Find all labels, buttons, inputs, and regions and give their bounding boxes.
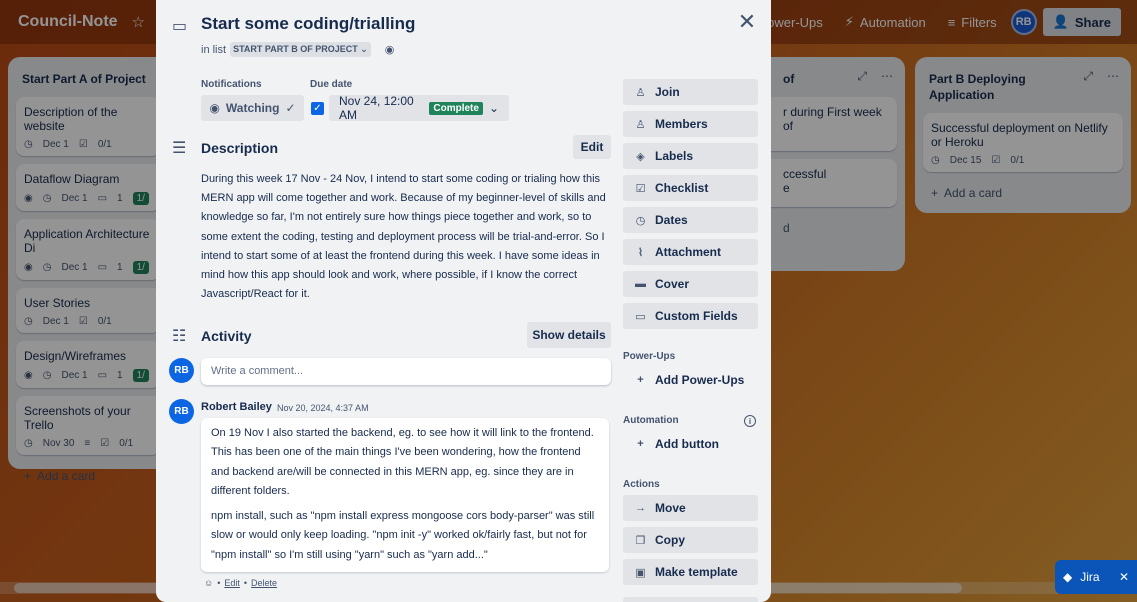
activity-icon: ☷ [172, 328, 187, 345]
edit-comment-link[interactable]: Edit [224, 578, 240, 588]
cover-button[interactable]: ▬ Cover [623, 271, 758, 297]
watching-label: Watching [225, 101, 280, 115]
card-icon: ▭ [172, 18, 188, 35]
description-title: Description [201, 140, 279, 156]
watch-button[interactable]: ◉ Watching ✓ [201, 95, 304, 121]
close-icon[interactable]: ✕ [1119, 570, 1129, 584]
comment-actions: ☺ • Edit • Delete [204, 578, 277, 588]
person-icon: ♙ [635, 118, 646, 131]
delete-comment-link[interactable]: Delete [251, 578, 277, 588]
checklist-label: Checklist [655, 181, 709, 195]
add-powerups-button[interactable]: + Add Power-Ups [623, 367, 758, 393]
comment-author[interactable]: Robert Bailey [201, 401, 272, 413]
plus-icon: + [637, 438, 644, 450]
dates-label: Dates [655, 213, 688, 227]
description-icon: ☰ [172, 140, 187, 157]
copy-icon: ❐ [635, 534, 646, 547]
add-button-label: Add button [655, 437, 719, 451]
add-powerups-label: Add Power-Ups [655, 373, 745, 387]
due-date-button[interactable]: Nov 24, 12:00 AM Complete ⌄ [329, 94, 509, 122]
attachment-label: Attachment [655, 245, 722, 259]
eye-icon: ◉ [384, 44, 395, 56]
emoji-icon[interactable]: ☺ [204, 578, 213, 588]
person-icon: ♙ [635, 86, 646, 99]
edit-description-button[interactable]: Edit [573, 135, 611, 159]
actions-title: Actions [623, 479, 660, 490]
chevron-down-icon: ⌄ [360, 44, 368, 54]
join-label: Join [655, 85, 680, 99]
labels-button[interactable]: ◈ Labels [623, 143, 758, 169]
copy-label: Copy [655, 533, 685, 547]
copy-button[interactable]: ❐ Copy [623, 527, 758, 553]
make-template-label: Make template [655, 565, 738, 579]
info-icon[interactable]: i [744, 415, 756, 427]
comment-paragraph: npm install, such as "npm install expres… [211, 510, 595, 561]
eye-icon: ◉ [209, 101, 220, 115]
dates-button[interactable]: ◷ Dates [623, 207, 758, 233]
make-template-button[interactable]: ▣ Make template [623, 559, 758, 585]
due-date-label: Due date [310, 79, 353, 90]
close-icon[interactable]: ✕ [735, 9, 759, 34]
powerups-title: Power-Ups [623, 351, 676, 362]
automation-title: Automation [623, 415, 679, 426]
move-label: Move [655, 501, 686, 515]
tag-icon: ◈ [636, 150, 645, 163]
template-icon: ▣ [635, 566, 646, 579]
comment-body: On 19 Nov I also started the backend, eg… [201, 418, 609, 572]
status-badge: Complete [429, 101, 483, 115]
separator-dot: • [243, 578, 248, 588]
comment-timestamp[interactable]: Nov 20, 2024, 4:37 AM [277, 403, 369, 413]
jira-icon: ◆ [1063, 570, 1073, 584]
description-text[interactable]: During this week 17 Nov - 24 Nov, I inte… [201, 170, 615, 304]
cover-label: Cover [655, 277, 690, 291]
jira-widget[interactable]: ◆ Jira ✕ [1055, 560, 1137, 594]
move-button[interactable]: → Move [623, 495, 758, 521]
attachment-button[interactable]: ⌇ Attachment [623, 239, 758, 265]
members-button[interactable]: ♙ Members [623, 111, 758, 137]
due-date-value: Nov 24, 12:00 AM [339, 94, 414, 122]
checklist-button[interactable]: ☑ Checklist [623, 175, 758, 201]
chevron-down-icon: ⌄ [488, 101, 499, 115]
custom-fields-button[interactable]: ▭ Custom Fields [623, 303, 758, 329]
plus-icon: + [637, 374, 644, 386]
members-label: Members [655, 117, 708, 131]
due-complete-checkbox[interactable]: ✓ [311, 102, 324, 115]
paperclip-icon: ⌇ [637, 246, 644, 259]
labels-label: Labels [655, 149, 694, 163]
list-breadcrumb: in list START PART B OF PROJECT ⌄ ◉ [201, 42, 394, 57]
check-icon: ✓ [285, 101, 296, 115]
join-button[interactable]: ♙ Join [623, 79, 758, 105]
in-list-prefix: in list [201, 43, 227, 56]
cover-icon: ▬ [635, 278, 646, 290]
add-automation-button[interactable]: + Add button [623, 431, 758, 457]
arrow-right-icon: → [635, 502, 646, 514]
separator-dot: • [217, 578, 221, 588]
avatar[interactable]: RB [169, 358, 194, 383]
custom-fields-label: Custom Fields [655, 309, 738, 323]
archive-button[interactable] [623, 597, 758, 602]
list-selector[interactable]: START PART B OF PROJECT ⌄ [230, 42, 371, 57]
notifications-label: Notifications [201, 79, 262, 90]
card-title[interactable]: Start some coding/trialling [201, 14, 415, 34]
custom-fields-icon: ▭ [635, 310, 646, 323]
avatar[interactable]: RB [169, 399, 194, 424]
comment-input[interactable]: Write a comment... [201, 358, 611, 385]
checklist-icon: ☑ [635, 182, 646, 195]
comment-paragraph: On 19 Nov I also started the backend, eg… [211, 427, 594, 497]
card-detail-modal: ▭ Start some coding/trialling ✕ in list … [156, 0, 771, 602]
activity-title: Activity [201, 328, 252, 344]
show-details-button[interactable]: Show details [527, 322, 611, 348]
list-name: START PART B OF PROJECT [233, 44, 358, 54]
clock-icon: ◷ [635, 214, 646, 227]
jira-label: Jira [1080, 570, 1100, 584]
